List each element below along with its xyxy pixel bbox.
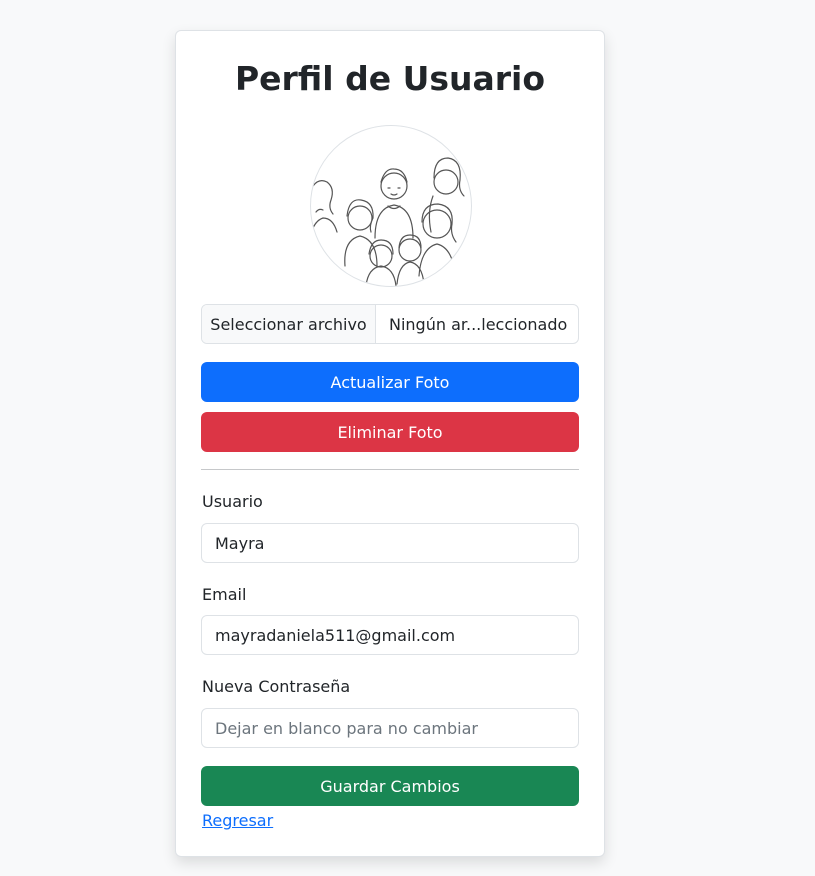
email-label: Email [202,585,247,604]
back-link[interactable]: Regresar [202,811,273,830]
choose-file-button[interactable]: Seleccionar archivo [202,305,376,343]
photo-file-input[interactable]: Seleccionar archivo Ningún ar...lecciona… [201,304,579,344]
section-divider [201,469,579,470]
profile-card: Perfil de Usuario Seleccionar archivo Ni… [175,30,605,857]
avatar-illustration [311,157,465,286]
username-input[interactable] [201,523,579,563]
password-label: Nueva Contraseña [202,677,351,696]
update-photo-button[interactable]: Actualizar Foto [201,362,579,402]
selected-file-name: Ningún ar...leccionado [389,314,568,334]
delete-photo-button[interactable]: Eliminar Foto [201,412,579,452]
profile-avatar [310,125,472,287]
save-changes-button[interactable]: Guardar Cambios [201,766,579,806]
email-input[interactable] [201,615,579,655]
username-label: Usuario [202,492,263,511]
password-input[interactable] [201,708,579,748]
page-title: Perfil de Usuario [234,59,546,98]
